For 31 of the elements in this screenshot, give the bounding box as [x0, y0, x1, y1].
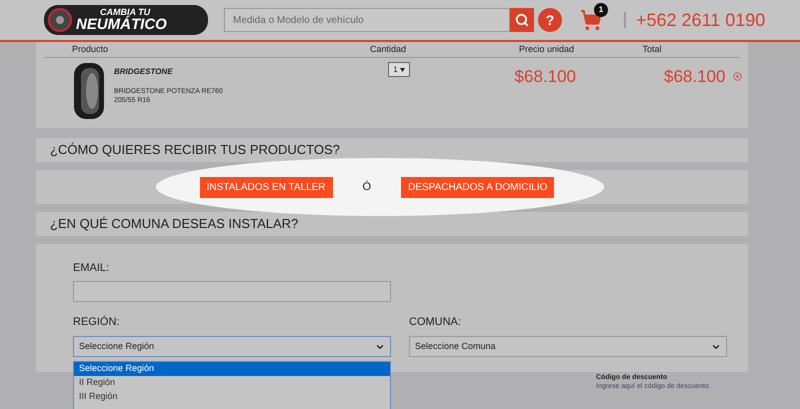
remove-icon[interactable]: [733, 72, 742, 81]
column-header: Producto: [71, 42, 110, 56]
search-field[interactable]: Medida o Modelo de vehículo: [224, 8, 510, 32]
comuna-select[interactable]: Seleccione Comuna: [409, 336, 727, 357]
region-option[interactable]: Seleccione Región: [74, 362, 390, 376]
caret-icon: [400, 68, 405, 72]
help-button[interactable]: ?: [538, 8, 562, 32]
region-option[interactable]: II Región: [74, 376, 390, 390]
region-select[interactable]: Seleccione Región: [73, 336, 391, 357]
region-option[interactable]: III Región: [74, 390, 390, 404]
search-button[interactable]: [510, 8, 534, 32]
cart-count-badge: 1: [594, 3, 608, 17]
section-title: ¿CÓMO QUIERES RECIBIR TUS PRODUCTOS?: [50, 141, 340, 160]
tire-icon: [48, 8, 72, 32]
logo-top-text: CAMBIA TU: [100, 8, 150, 17]
column-header: Precio unidad: [518, 42, 575, 56]
brand-logo: BRIDGESTONE: [114, 66, 174, 78]
or-text: Ó: [362, 180, 372, 195]
search-icon: [515, 13, 529, 27]
column-header: Total: [641, 42, 662, 56]
quantity-select[interactable]: 1: [388, 62, 410, 77]
logo[interactable]: CAMBIA TU NEUMÁTICO: [44, 5, 208, 35]
logo-bottom-text: NEUMÁTICO: [76, 17, 167, 32]
section-title: ¿EN QUÉ COMUNA DESEAS INSTALAR?: [50, 215, 298, 234]
total-price: $68.100: [664, 66, 726, 88]
column-header: Cantidad: [368, 42, 407, 56]
region-label: REGIÓN:: [73, 314, 120, 330]
comuna-label: COMUNA:: [409, 314, 462, 330]
unit-price: $68.100: [514, 66, 577, 88]
email-label: EMAIL:: [73, 261, 110, 276]
email-field[interactable]: [73, 280, 391, 302]
